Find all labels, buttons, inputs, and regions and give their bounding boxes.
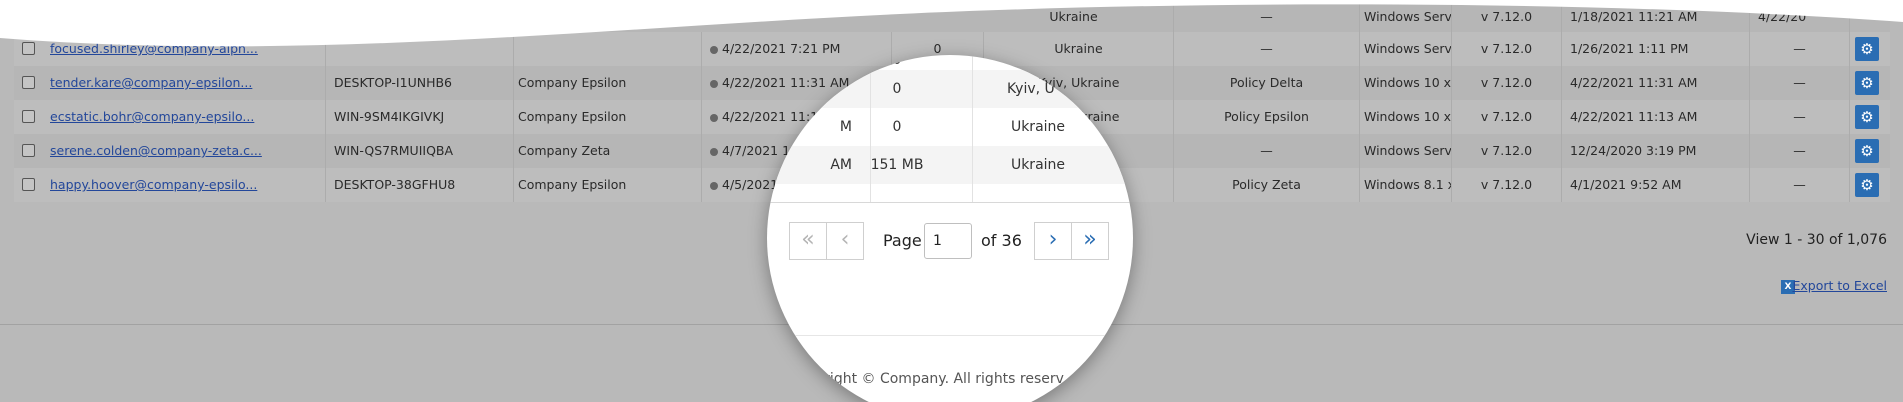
prev-page-button[interactable]: ‹ [826,222,864,260]
version-cell: v 7.12.0 [1452,134,1562,168]
os-cell: Windows Serve [1360,134,1452,168]
mag-size: 0 [892,81,902,97]
row-checkbox[interactable] [22,144,35,157]
first-page-button[interactable]: « [789,222,827,260]
status-dot-icon [710,80,718,88]
copyright-text: pyright © Company. All rights reserv [807,371,1064,387]
chevron-left-icon: ‹ [840,227,850,252]
extra-cell: — [1750,168,1850,202]
status-dot-icon [710,182,718,190]
row-checkbox[interactable] [22,76,35,89]
user-link[interactable]: serene.colden@company-zeta.c... [50,143,262,158]
export-to-excel-link[interactable]: Export to Excel [1792,278,1887,293]
machine-cell: DESKTOP-38GFHU8 [330,168,514,202]
installed-cell: 4/22/2021 11:13 AM [1562,100,1750,134]
pagination: « ‹ Page of 36 › » [767,222,1133,262]
status-dot-icon [710,148,718,156]
mag-location: Kyiv, U [1007,81,1055,97]
double-chevron-right-icon: » [1083,227,1097,252]
gear-icon[interactable]: ⚙ [1855,139,1879,163]
wave-overlay [0,0,1903,47]
row-checkbox[interactable] [22,110,35,123]
machine-cell: WIN-9SM4IKGIVKJ [330,100,514,134]
page-total: of 36 [981,231,1022,250]
extra-cell: — [1750,134,1850,168]
view-count: View 1 - 30 of 1,076 [1746,232,1887,248]
user-link[interactable]: happy.hoover@company-epsilo... [50,177,257,192]
version-cell: v 7.12.0 [1452,66,1562,100]
last-page-button[interactable]: » [1071,222,1109,260]
page-label: Page [883,231,922,250]
company-cell: Company Epsilon [514,168,702,202]
policy-cell: Policy Delta [1174,66,1360,100]
gear-icon[interactable]: ⚙ [1855,173,1879,197]
extra-cell: — [1750,66,1850,100]
mag-size: 0 [892,119,902,135]
version-cell: v 7.12.0 [1452,100,1562,134]
company-cell: Company Epsilon [514,100,702,134]
gear-icon[interactable]: ⚙ [1855,105,1879,129]
policy-cell: Policy Epsilon [1174,100,1360,134]
table-bottom-rule [767,202,1133,203]
magnifier-lens: 0 0 Kyiv, U M 0 Ukraine AM 151 MB Ukrain… [767,55,1133,402]
os-cell: Windows 10 x6 [1360,66,1452,100]
double-chevron-left-icon: « [801,227,815,252]
chevron-right-icon: › [1048,227,1058,252]
mag-row: 0 Kyiv, U [767,70,1133,108]
mag-time: M [839,119,852,135]
mag-size: 151 MB [870,157,924,173]
installed-cell: 12/24/2020 3:19 PM [1562,134,1750,168]
policy-cell: — [1174,134,1360,168]
gear-icon[interactable]: ⚙ [1855,71,1879,95]
column-divider [972,55,973,202]
policy-cell: Policy Zeta [1174,168,1360,202]
column-divider [870,55,871,202]
mag-row: AM 151 MB Ukraine [767,146,1133,184]
screen: Ukraine — Windows Serve v 7.12.0 1/18/20… [0,0,1903,402]
installed-cell: 4/1/2021 9:52 AM [1562,168,1750,202]
os-cell: Windows 8.1 x6 [1360,168,1452,202]
user-link[interactable]: ecstatic.bohr@company-epsilo... [50,109,254,124]
company-cell: Company Epsilon [514,66,702,100]
extra-cell: — [1750,100,1850,134]
footer-divider [767,335,1133,336]
next-page-button[interactable]: › [1034,222,1072,260]
company-cell: Company Zeta [514,134,702,168]
mag-time: AM [830,157,852,173]
machine-cell: WIN-QS7RMUIIQBA [330,134,514,168]
machine-cell: DESKTOP-I1UNHB6 [330,66,514,100]
os-cell: Windows 10 x6 [1360,100,1452,134]
installed-cell: 4/22/2021 11:31 AM [1562,66,1750,100]
mag-time [767,70,852,108]
version-cell: v 7.12.0 [1452,168,1562,202]
status-dot-icon [710,114,718,122]
mag-row: M 0 Ukraine [767,108,1133,146]
page-number-input[interactable] [924,223,972,259]
row-checkbox[interactable] [22,178,35,191]
user-link[interactable]: tender.kare@company-epsilon... [50,75,252,90]
